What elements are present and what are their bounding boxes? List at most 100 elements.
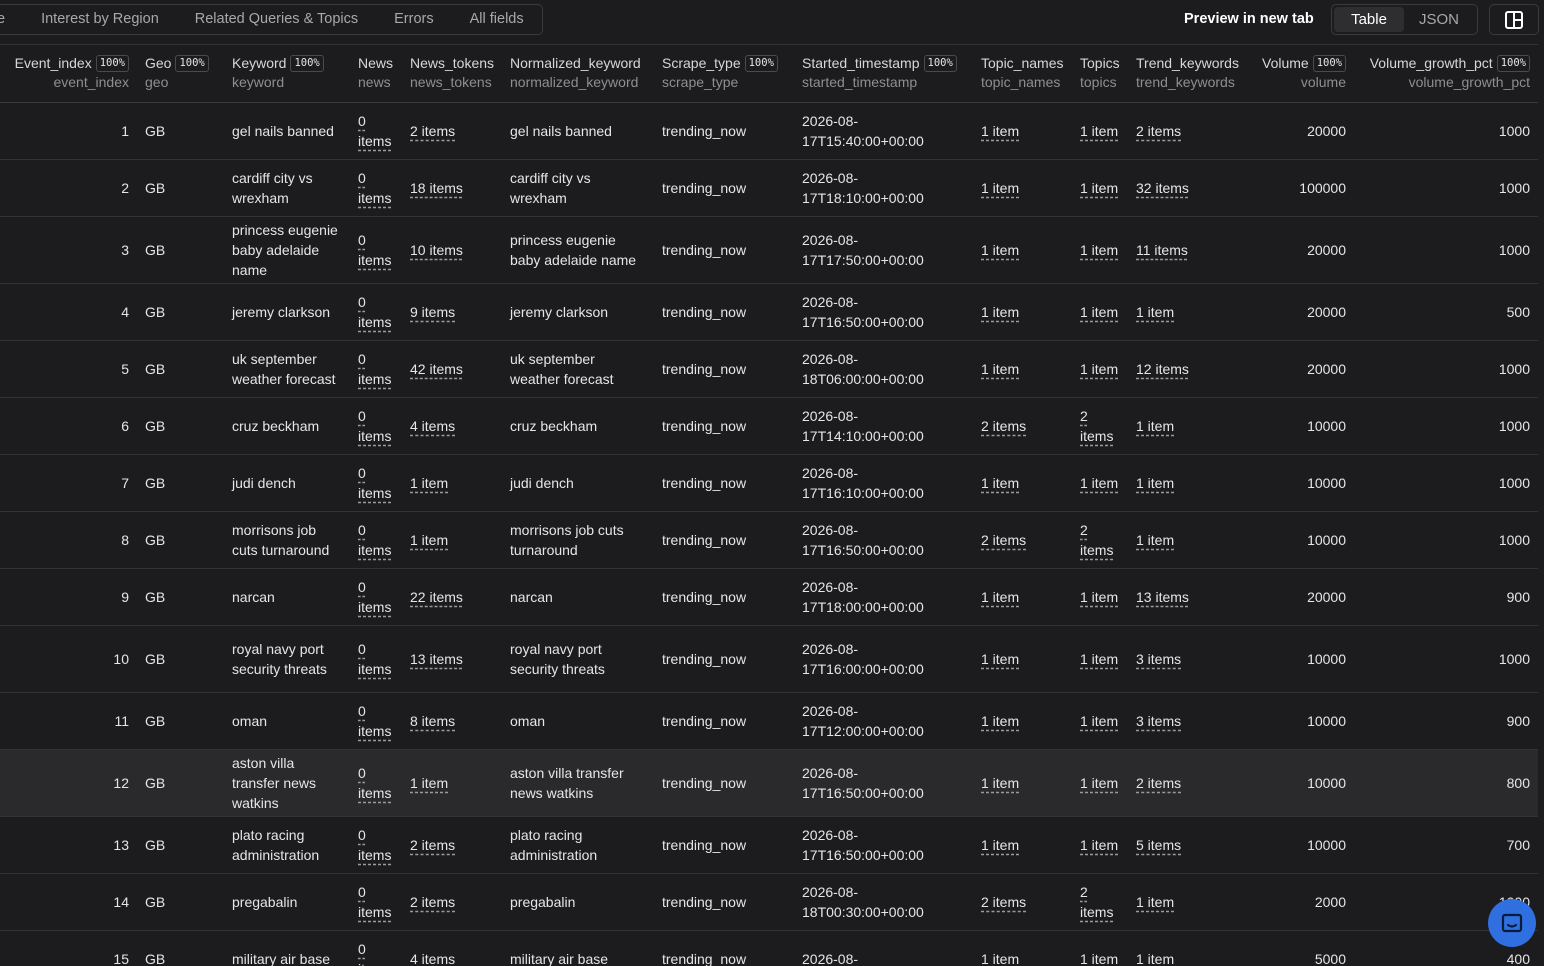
expand-items-link[interactable]: 0 items <box>358 765 391 801</box>
expand-items-link[interactable]: 1 item <box>1080 651 1118 667</box>
table-row[interactable]: 12 GB aston villa transfer news watkins 0 i… <box>0 749 1538 817</box>
expand-items-link[interactable]: 1 item <box>1136 418 1174 434</box>
table-row[interactable]: 15GBmilitary air base0 items4 itemsmilit… <box>0 930 1538 966</box>
table-row[interactable]: 4 GB jeremy clarkson 0 items 9 items jeremy c… <box>0 283 1538 341</box>
expand-items-link[interactable]: 1 item <box>981 713 1019 729</box>
column-header-volume[interactable]: Volume 100% volume <box>1247 45 1354 103</box>
column-header-geo[interactable]: Geo 100% geo <box>137 45 224 103</box>
expand-items-link[interactable]: 0 items <box>358 827 391 863</box>
table-row[interactable]: 8 GB morrisons job cuts turnaround 0 items 1… <box>0 511 1538 569</box>
expand-items-link[interactable]: 0 items <box>358 170 391 206</box>
expand-items-link[interactable]: 2 items <box>410 894 455 910</box>
expand-items-link[interactable]: 0 items <box>358 113 391 149</box>
expand-items-link[interactable]: 4 items <box>410 418 455 434</box>
expand-items-link[interactable]: 0 items <box>358 884 391 920</box>
column-header-news-tokens[interactable]: News_tokens news_tokens <box>402 45 502 103</box>
expand-items-link[interactable]: 42 items <box>410 361 463 377</box>
table-row[interactable]: 9 GB narcan 0 items 22 items narcan trending_n… <box>0 568 1538 626</box>
table-row[interactable]: 7 GB judi dench 0 items 1 item judi dench tren… <box>0 454 1538 512</box>
preview-in-new-tab-link[interactable]: Preview in new tab <box>1184 11 1314 27</box>
expand-items-link[interactable]: 1 item <box>981 304 1019 320</box>
table-row[interactable]: 5 GB uk september weather forecast 0 items 4… <box>0 340 1538 398</box>
tab-related-queries-topics[interactable]: Related Queries & Topics <box>177 5 376 34</box>
expand-items-link[interactable]: 1 item <box>1080 361 1118 377</box>
expand-items-link[interactable]: 1 item <box>981 951 1019 966</box>
expand-items-link[interactable]: 0 items <box>358 465 391 501</box>
tab-truncated[interactable]: e <box>0 5 23 34</box>
expand-items-link[interactable]: 1 item <box>1080 589 1118 605</box>
expand-items-link[interactable]: 13 items <box>1136 589 1189 605</box>
expand-items-link[interactable]: 1 item <box>981 180 1019 196</box>
expand-items-link[interactable]: 1 item <box>1080 775 1118 791</box>
expand-items-link[interactable]: 2 items <box>1080 522 1113 558</box>
column-header-trend-keywords[interactable]: Trend_keywords trend_keywords <box>1128 45 1247 103</box>
expand-items-link[interactable]: 1 item <box>1136 304 1174 320</box>
table-row[interactable]: 10 GB royal navy port security threats 0 it… <box>0 625 1538 693</box>
expand-items-link[interactable]: 0 items <box>358 641 391 677</box>
table-row[interactable]: 1 GB gel nails banned 0 items 2 items gel nai… <box>0 102 1538 160</box>
expand-items-link[interactable]: 1 item <box>1080 304 1118 320</box>
expand-items-link[interactable]: 1 item <box>981 837 1019 853</box>
expand-items-link[interactable]: 1 item <box>1080 180 1118 196</box>
table-row[interactable]: 13 GB plato racing administration 0 items 2 … <box>0 816 1538 874</box>
json-view-button[interactable]: JSON <box>1404 7 1474 32</box>
expand-items-link[interactable]: 1 item <box>410 532 448 548</box>
expand-items-link[interactable]: 1 item <box>410 475 448 491</box>
table-row[interactable]: 14 GB pregabalin 0 items 2 items pregabalin tr… <box>0 873 1538 931</box>
expand-items-link[interactable]: 32 items <box>1136 180 1189 196</box>
expand-items-link[interactable]: 1 item <box>981 123 1019 139</box>
chat-launcher-button[interactable] <box>1488 899 1536 947</box>
expand-items-link[interactable]: 0 items <box>358 232 391 268</box>
expand-items-link[interactable]: 1 item <box>981 775 1019 791</box>
expand-items-link[interactable]: 22 items <box>410 589 463 605</box>
column-header-volume-growth-pct[interactable]: Volume_growth_pct 100% volume_growth_pct <box>1354 45 1538 103</box>
expand-items-link[interactable]: 18 items <box>410 180 463 196</box>
expand-items-link[interactable]: 1 item <box>1080 713 1118 729</box>
expand-items-link[interactable]: 1 item <box>410 775 448 791</box>
expand-items-link[interactable]: 0 items <box>358 522 391 558</box>
expand-items-link[interactable]: 1 item <box>1080 951 1118 966</box>
expand-items-link[interactable]: 3 items <box>1136 651 1181 667</box>
tab-all-fields[interactable]: All fields <box>452 5 542 34</box>
expand-items-link[interactable]: 2 items <box>1080 408 1113 444</box>
expand-items-link[interactable]: 11 items <box>1136 242 1188 258</box>
expand-items-link[interactable]: 1 item <box>981 242 1019 258</box>
table-row[interactable]: 2 GB cardiff city vs wrexham 0 items 18 item… <box>0 159 1538 217</box>
expand-items-link[interactable]: 2 items <box>981 418 1026 434</box>
column-header-news[interactable]: News news <box>350 45 402 103</box>
expand-items-link[interactable]: 2 items <box>981 532 1026 548</box>
expand-items-link[interactable]: 8 items <box>410 713 455 729</box>
column-header-topics[interactable]: Topics topics <box>1072 45 1128 103</box>
table-view-button[interactable]: Table <box>1334 7 1404 32</box>
table-row[interactable]: 6 GB cruz beckham 0 items 4 items cruz beckha… <box>0 397 1538 455</box>
expand-items-link[interactable]: 0 items <box>358 351 391 387</box>
expand-items-link[interactable]: 1 item <box>981 651 1019 667</box>
expand-items-link[interactable]: 5 items <box>1136 837 1181 853</box>
expand-items-link[interactable]: 1 item <box>1136 894 1174 910</box>
expand-items-link[interactable]: 1 item <box>1136 951 1174 966</box>
column-header-normalized-keyword[interactable]: Normalized_keyword normalized_keyword <box>502 45 654 103</box>
expand-items-link[interactable]: 1 item <box>1080 242 1118 258</box>
expand-items-link[interactable]: 10 items <box>410 242 463 258</box>
expand-items-link[interactable]: 1 item <box>1080 123 1118 139</box>
expand-items-link[interactable]: 2 items <box>410 123 455 139</box>
expand-items-link[interactable]: 0 items <box>358 941 391 966</box>
expand-items-link[interactable]: 2 items <box>1136 123 1181 139</box>
expand-items-link[interactable]: 2 items <box>1136 775 1181 791</box>
layout-toggle-button[interactable] <box>1489 4 1539 35</box>
expand-items-link[interactable]: 0 items <box>358 408 391 444</box>
tab-errors[interactable]: Errors <box>376 5 451 34</box>
expand-items-link[interactable]: 1 item <box>981 475 1019 491</box>
expand-items-link[interactable]: 1 item <box>1136 475 1174 491</box>
column-header-keyword[interactable]: Keyword 100% keyword <box>224 45 350 103</box>
column-header-event-index[interactable]: Event_index 100% event_index <box>0 45 137 103</box>
column-header-scrape-type[interactable]: Scrape_type 100% scrape_type <box>654 45 794 103</box>
table-row[interactable]: 3 GB princess eugenie baby adelaide name 0 … <box>0 216 1538 284</box>
expand-items-link[interactable]: 0 items <box>358 294 391 330</box>
expand-items-link[interactable]: 3 items <box>1136 713 1181 729</box>
expand-items-link[interactable]: 0 items <box>358 579 391 615</box>
expand-items-link[interactable]: 1 item <box>1080 837 1118 853</box>
expand-items-link[interactable]: 2 items <box>1080 884 1113 920</box>
expand-items-link[interactable]: 4 items <box>410 951 455 966</box>
expand-items-link[interactable]: 13 items <box>410 651 463 667</box>
